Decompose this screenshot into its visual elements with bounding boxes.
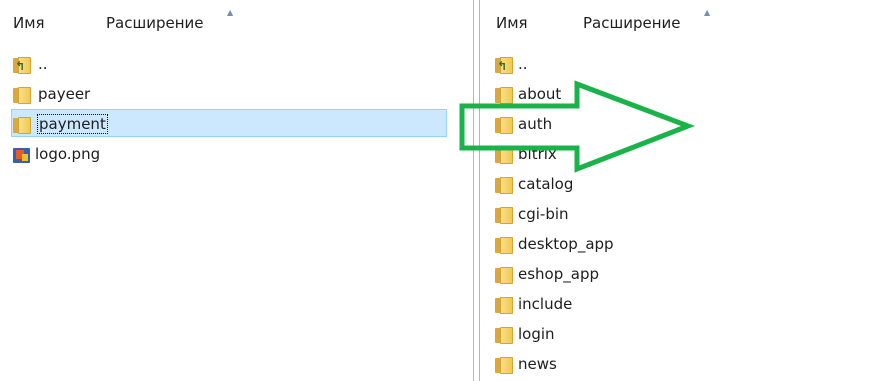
up-folder-icon: ↰ xyxy=(495,57,513,74)
folder-icon xyxy=(13,117,31,134)
list-item-selected[interactable]: payment xyxy=(0,110,470,140)
folder-icon xyxy=(13,87,31,104)
column-header: Имя Расширение ▲ xyxy=(0,8,470,36)
list-item[interactable]: login xyxy=(484,320,874,350)
list-item[interactable]: ↰ .. xyxy=(484,50,874,80)
folder-icon xyxy=(495,207,513,224)
item-label: catalog xyxy=(518,175,574,193)
list-item[interactable]: cgi-bin xyxy=(484,200,874,230)
item-label: include xyxy=(518,295,573,313)
folder-icon xyxy=(495,327,513,344)
list-item[interactable]: ↰ .. xyxy=(0,50,470,80)
item-label: news xyxy=(518,355,557,373)
item-label: payment xyxy=(37,114,108,134)
folder-icon xyxy=(495,237,513,254)
sort-indicator-icon: ▲ xyxy=(704,8,711,17)
list-item[interactable]: auth xyxy=(484,110,874,140)
list-item[interactable]: include xyxy=(484,290,874,320)
column-header: Имя Расширение ▲ xyxy=(484,8,874,36)
column-extension-header[interactable]: Расширение xyxy=(583,14,681,32)
png-file-icon xyxy=(13,147,31,164)
item-label: eshop_app xyxy=(518,265,599,283)
folder-icon xyxy=(495,267,513,284)
list-item[interactable]: eshop_app xyxy=(484,260,874,290)
item-label: .. xyxy=(38,55,48,73)
item-label: cgi-bin xyxy=(518,205,569,223)
folder-icon xyxy=(495,177,513,194)
item-label: about xyxy=(518,85,562,103)
list-item[interactable]: bitrix xyxy=(484,140,874,170)
sort-indicator-icon: ▲ xyxy=(227,8,234,17)
item-label: .. xyxy=(518,55,528,73)
column-extension-header[interactable]: Расширение xyxy=(106,14,204,32)
item-label: bitrix xyxy=(518,145,557,163)
folder-icon xyxy=(495,117,513,134)
right-file-panel[interactable]: Имя Расширение ▲ ↰ .. about auth bitrix … xyxy=(484,0,874,381)
column-name-header[interactable]: Имя xyxy=(496,14,528,32)
item-label: logo.png xyxy=(35,145,101,163)
list-item[interactable]: about xyxy=(484,80,874,110)
list-item[interactable]: news xyxy=(484,350,874,380)
list-item[interactable]: desktop_app xyxy=(484,230,874,260)
list-item[interactable]: logo.png xyxy=(0,140,470,170)
left-file-panel[interactable]: Имя Расширение ▲ ↰ .. payeer payment log… xyxy=(0,0,470,381)
up-folder-icon: ↰ xyxy=(13,57,31,74)
list-item[interactable]: payeer xyxy=(0,80,470,110)
folder-icon xyxy=(495,147,513,164)
list-item[interactable]: catalog xyxy=(484,170,874,200)
item-label: login xyxy=(518,325,555,343)
item-label: desktop_app xyxy=(518,235,614,253)
panel-splitter[interactable] xyxy=(470,0,484,381)
folder-icon xyxy=(495,297,513,314)
item-label: auth xyxy=(518,115,553,133)
item-label: payeer xyxy=(38,85,91,103)
column-name-header[interactable]: Имя xyxy=(13,14,45,32)
folder-icon xyxy=(495,357,513,374)
folder-icon xyxy=(495,87,513,104)
